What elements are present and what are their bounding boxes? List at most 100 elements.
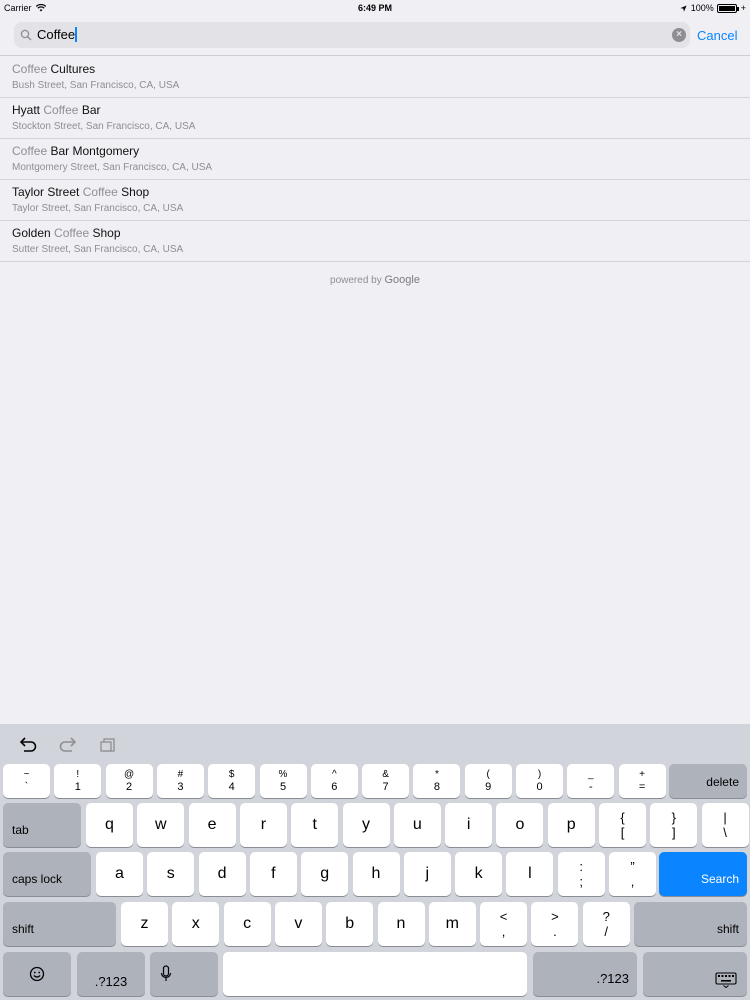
key-letter[interactable]: u [393,803,441,847]
dictation-key[interactable] [150,952,218,996]
key-letter[interactable]: r [239,803,287,847]
key-letter[interactable]: e [188,803,236,847]
key-letter[interactable]: v [274,902,322,946]
delete-key[interactable]: delete [669,764,747,798]
key-letter[interactable]: z [121,902,168,946]
tab-key[interactable]: tab [3,803,81,847]
key-symbol-label: , [501,924,506,939]
key-symbol-label: [ [620,825,625,840]
key-letter[interactable]: c [223,902,271,946]
key-label: b [345,915,355,932]
key-symbol[interactable]: {[ [599,803,646,847]
key-shift-symbol: * [434,769,439,780]
key-letter[interactable]: q [86,803,133,847]
key-symbol[interactable]: >. [531,902,579,946]
cancel-button[interactable]: Cancel [697,28,737,43]
redo-icon[interactable] [58,736,78,752]
key-letter[interactable]: y [342,803,390,847]
space-key[interactable] [223,952,527,996]
search-key[interactable]: Search [659,852,747,896]
key-letter[interactable]: k [455,852,503,896]
key-symbol[interactable]: }] [650,803,698,847]
key-number[interactable]: % 5 [259,764,307,798]
key-letter[interactable]: b [326,902,374,946]
key-letter[interactable]: w [137,803,185,847]
key-letter[interactable]: m [428,902,476,946]
key-letter[interactable]: a [96,852,143,896]
key-number[interactable]: ! 1 [54,764,102,798]
shift-key-right[interactable]: shift [634,902,747,946]
key-label: v [294,915,303,932]
key-symbol: 8 [433,781,440,793]
numbers-key-left[interactable]: .?123 [77,952,145,996]
key-letter[interactable]: p [547,803,595,847]
key-number[interactable]: (9 [464,764,512,798]
numbers-key-left-label: .?123 [94,973,128,989]
key-letter[interactable]: h [352,852,400,896]
key-number[interactable]: ) 0 [516,764,563,798]
key-letter[interactable]: x [172,902,220,946]
key-symbol-label: ; [579,874,583,889]
key-letter[interactable]: f [249,852,297,896]
caps-lock-key[interactable]: caps lock [3,852,91,896]
key-number[interactable]: _ - [567,764,615,798]
numbers-key-right[interactable]: .?123 [533,952,637,996]
result-row[interactable]: Coffee Cultures Bush Street, San Francis… [0,57,750,98]
key-letter[interactable]: j [403,852,451,896]
key-shift-symbol: ! [76,769,80,780]
key-letter[interactable]: t [291,803,339,847]
key-symbol[interactable]: <, [480,902,528,946]
hide-keyboard-key[interactable] [643,952,747,996]
search-key-label: Search [700,872,739,886]
result-row[interactable]: Hyatt Coffee Bar Stockton Street, San Fr… [0,98,750,139]
shift-key-left[interactable]: shift [3,902,116,946]
key-shift-symbol: : [579,859,583,874]
key-symbol: 0 [536,781,543,793]
clear-search-icon[interactable]: × [672,28,686,42]
key-letter[interactable]: d [198,852,246,896]
result-row[interactable]: Taylor Street Coffee Shop Taylor Street,… [0,180,750,221]
key-shift-symbol: + [639,769,646,780]
battery-icon [716,3,739,13]
key-letter[interactable]: i [445,803,493,847]
key-letter[interactable]: n [377,902,425,946]
key-number[interactable]: + = [618,764,666,798]
key-label: m [445,915,459,932]
key-symbol[interactable]: ? / [582,902,630,946]
result-row[interactable]: Coffee Bar Montgomery Montgomery Street,… [0,139,750,180]
key-shift-symbol: $ [228,769,235,780]
key-number[interactable]: & 7 [362,764,410,798]
search-field[interactable]: Coffee × [14,22,690,48]
key-label: r [260,816,267,833]
key-symbol: ` [24,781,29,793]
key-letter[interactable]: l [506,852,554,896]
key-symbol-label: , [630,874,635,889]
key-letter[interactable]: s [147,852,195,896]
key-label: a [115,865,124,882]
key-number[interactable]: @2 [105,764,153,798]
key-letter[interactable]: g [301,852,349,896]
key-number[interactable]: $4 [208,764,256,798]
undo-icon[interactable] [18,736,38,752]
key-symbol[interactable]: ”, [609,852,656,896]
key-label: x [191,915,200,932]
key-number[interactable]: ^ 6 [310,764,358,798]
key-number[interactable]: ~ ` [3,764,50,798]
key-number[interactable]: * 8 [413,764,461,798]
key-letter[interactable]: o [496,803,544,847]
key-number[interactable]: #3 [156,764,204,798]
location-arrow-icon [680,4,687,12]
emoji-key[interactable] [3,952,71,996]
powered-by-google: powered by Google [0,274,750,286]
result-title: Taylor Street Coffee Shop [12,185,149,199]
paste-icon[interactable] [98,736,118,752]
key-symbol[interactable]: | \ [701,803,749,847]
key-label: y [362,816,370,833]
result-title-post: Cultures [47,62,96,76]
result-row[interactable]: Golden Coffee Shop Sutter Street, San Fr… [0,221,750,262]
search-input[interactable]: Coffee [37,27,78,42]
result-title-match: Coffee [54,226,90,240]
key-symbol: = [638,781,646,793]
attribution-prefix: powered by [330,275,385,286]
key-symbol[interactable]: :; [557,852,605,896]
